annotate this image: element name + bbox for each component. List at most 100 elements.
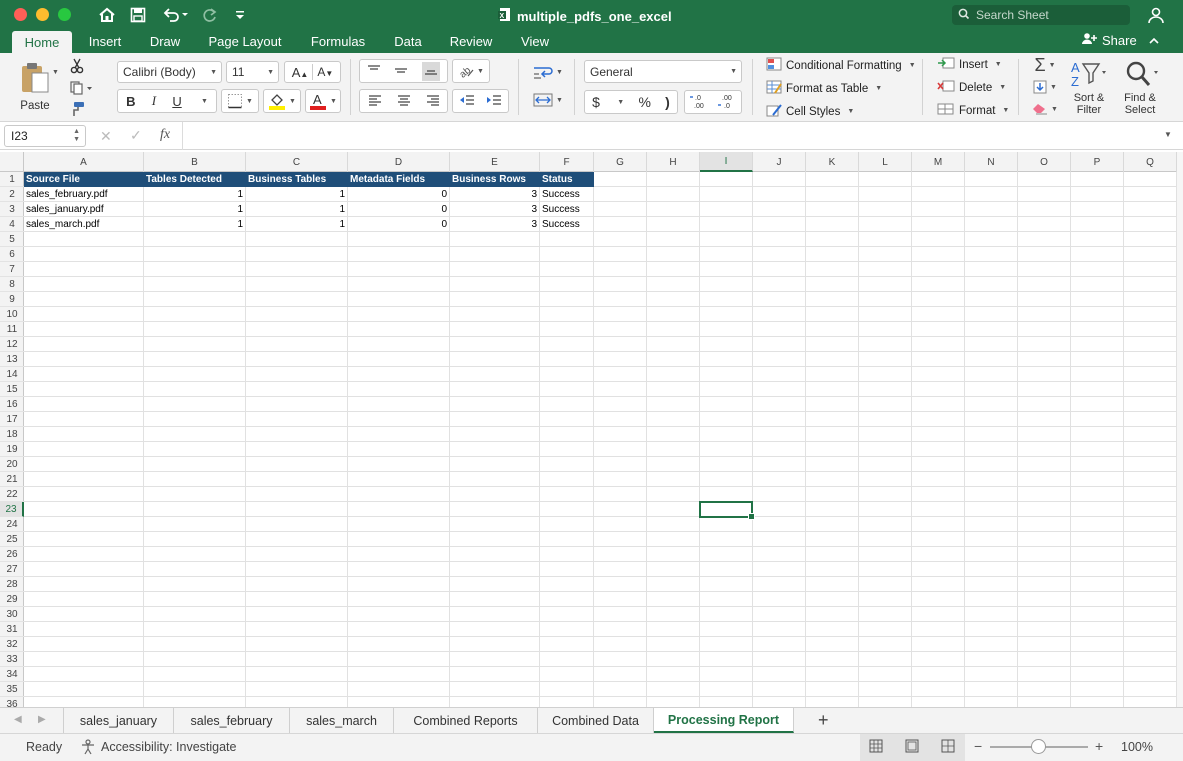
row-header-34[interactable]: 34 xyxy=(0,667,24,682)
row-header-23[interactable]: 23 xyxy=(0,502,24,517)
insert-function-button[interactable]: fx xyxy=(160,127,170,143)
table-cell-b2[interactable]: 1 xyxy=(144,187,245,202)
number-format-dropdown[interactable]: General ▼ xyxy=(584,60,742,83)
cancel-icon[interactable]: ✕ xyxy=(100,128,112,145)
percent-button[interactable]: % xyxy=(638,94,650,110)
accessibility-icon[interactable] xyxy=(80,739,96,758)
header-cell-d1[interactable]: Metadata Fields xyxy=(348,172,450,187)
table-cell-c2[interactable]: 1 xyxy=(246,187,347,202)
orientation-icon[interactable]: ab ▼ xyxy=(452,59,490,83)
cell-styles-button[interactable]: Cell Styles ▼ xyxy=(766,103,854,120)
worksheet-grid[interactable]: ABCDEFGHIJKLMNOPQ 1 2 3 4 5 6 7 8 9 10 11 12 13 14 15 1… xyxy=(0,152,1177,707)
add-sheet-icon[interactable]: + xyxy=(818,710,829,731)
tab-formulas[interactable]: Formulas xyxy=(304,30,372,53)
collapse-ribbon-icon[interactable] xyxy=(1149,33,1159,48)
tab-review[interactable]: Review xyxy=(442,30,500,53)
tab-view[interactable]: View xyxy=(513,30,557,53)
row-header-14[interactable]: 14 xyxy=(0,367,24,382)
column-header-g[interactable]: G xyxy=(594,152,647,172)
name-box[interactable]: I23 ▲ ▼ xyxy=(4,125,86,147)
row-header-26[interactable]: 26 xyxy=(0,547,24,562)
header-cell-b1[interactable]: Tables Detected xyxy=(144,172,246,187)
normal-view-icon[interactable] xyxy=(869,739,883,756)
prev-sheet-icon[interactable]: ◀ xyxy=(14,714,22,725)
row-header-19[interactable]: 19 xyxy=(0,442,24,457)
fill-color-icon[interactable]: ▼ xyxy=(263,89,301,113)
sort-filter-button[interactable]: AZ Sort & Filter xyxy=(1066,57,1112,117)
borders-icon[interactable]: ▼ xyxy=(221,89,259,113)
column-header-n[interactable]: N xyxy=(965,152,1018,172)
column-header-k[interactable]: K xyxy=(806,152,859,172)
header-cell-f1[interactable]: Status xyxy=(540,172,594,187)
shrink-font-icon[interactable]: A▼ xyxy=(317,65,333,79)
tab-draw[interactable]: Draw xyxy=(141,30,189,53)
expand-formula-bar-icon[interactable]: ▼ xyxy=(1164,130,1172,139)
increase-decimal-button[interactable]: .0.00 xyxy=(689,93,709,112)
row-header-36[interactable]: 36 xyxy=(0,697,24,708)
font-size-dropdown[interactable]: 11 ▼ xyxy=(226,61,279,83)
column-header-q[interactable]: Q xyxy=(1124,152,1177,172)
format-as-table-button[interactable]: Format as Table ▼ xyxy=(766,80,882,97)
column-header-h[interactable]: H xyxy=(647,152,700,172)
decrease-indent-icon[interactable] xyxy=(459,94,475,109)
row-header-17[interactable]: 17 xyxy=(0,412,24,427)
paste-button[interactable]: Paste xyxy=(12,57,58,115)
wrap-text-icon[interactable]: ▼ xyxy=(528,61,568,83)
row-header-2[interactable]: 2 xyxy=(0,187,24,202)
row-header-33[interactable]: 33 xyxy=(0,652,24,667)
row-header-6[interactable]: 6 xyxy=(0,247,24,262)
column-header-i[interactable]: I xyxy=(700,152,753,172)
search-sheet-box[interactable] xyxy=(952,5,1130,25)
row-header-1[interactable]: 1 xyxy=(0,172,24,187)
account-icon[interactable] xyxy=(1145,5,1167,25)
row-header-18[interactable]: 18 xyxy=(0,427,24,442)
column-header-b[interactable]: B xyxy=(144,152,246,172)
row-header-12[interactable]: 12 xyxy=(0,337,24,352)
home-icon[interactable] xyxy=(96,5,118,25)
next-sheet-icon[interactable]: ▶ xyxy=(38,714,46,725)
format-painter-icon[interactable] xyxy=(66,100,88,118)
table-cell-b4[interactable]: 1 xyxy=(144,217,245,232)
column-header-m[interactable]: M xyxy=(912,152,965,172)
underline-button[interactable]: U xyxy=(172,94,181,109)
table-cell-c3[interactable]: 1 xyxy=(246,202,347,217)
font-color-icon[interactable]: A ▼ xyxy=(305,89,341,113)
table-cell-f4[interactable]: Success xyxy=(540,217,593,232)
align-center-icon[interactable] xyxy=(397,94,411,109)
copy-icon[interactable] xyxy=(66,78,96,98)
undo-icon[interactable] xyxy=(160,5,190,25)
zoom-slider-thumb[interactable] xyxy=(1031,739,1046,754)
search-sheet-input[interactable] xyxy=(976,8,1126,22)
row-header-22[interactable]: 22 xyxy=(0,487,24,502)
row-header-35[interactable]: 35 xyxy=(0,682,24,697)
formula-input[interactable] xyxy=(190,127,1150,145)
cut-icon[interactable] xyxy=(66,56,88,76)
row-header-10[interactable]: 10 xyxy=(0,307,24,322)
column-header-e[interactable]: E xyxy=(450,152,540,172)
row-header-8[interactable]: 8 xyxy=(0,277,24,292)
row-header-27[interactable]: 27 xyxy=(0,562,24,577)
bold-button[interactable]: B xyxy=(126,94,135,109)
column-header-f[interactable]: F xyxy=(540,152,594,172)
table-cell-a3[interactable]: sales_january.pdf xyxy=(24,202,143,217)
row-header-9[interactable]: 9 xyxy=(0,292,24,307)
sheet-tab-combined-reports[interactable]: Combined Reports xyxy=(394,708,538,733)
row-header-20[interactable]: 20 xyxy=(0,457,24,472)
fill-icon[interactable]: ▼ xyxy=(1028,77,1062,97)
table-cell-a2[interactable]: sales_february.pdf xyxy=(24,187,143,202)
row-header-24[interactable]: 24 xyxy=(0,517,24,532)
row-header-21[interactable]: 21 xyxy=(0,472,24,487)
column-header-d[interactable]: D xyxy=(348,152,450,172)
align-left-icon[interactable] xyxy=(368,94,382,109)
table-cell-c4[interactable]: 1 xyxy=(246,217,347,232)
row-header-31[interactable]: 31 xyxy=(0,622,24,637)
sheet-tab-combined-data[interactable]: Combined Data xyxy=(538,708,654,733)
column-header-l[interactable]: L xyxy=(859,152,912,172)
row-header-16[interactable]: 16 xyxy=(0,397,24,412)
enter-icon[interactable]: ✓ xyxy=(130,127,142,144)
tab-page-layout[interactable]: Page Layout xyxy=(200,30,290,53)
row-header-29[interactable]: 29 xyxy=(0,592,24,607)
header-cell-c1[interactable]: Business Tables xyxy=(246,172,348,187)
paste-dropdown[interactable]: ▼ xyxy=(52,69,59,76)
column-header-o[interactable]: O xyxy=(1018,152,1071,172)
